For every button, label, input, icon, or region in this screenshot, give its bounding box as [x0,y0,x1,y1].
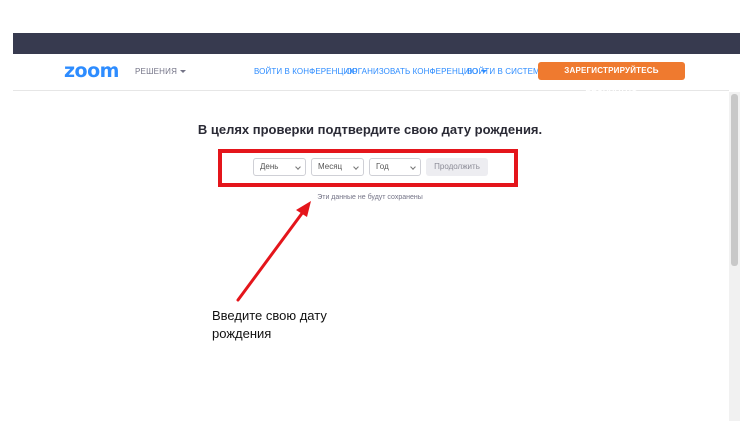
annotation-text: Введите свою дату рождения [212,307,362,343]
solutions-label: РЕШЕНИЯ [135,67,178,76]
annotation-line-2: рождения [212,326,272,341]
year-select[interactable]: Год [369,158,421,176]
month-select-value: Месяц [318,162,343,171]
scrollbar-thumb[interactable] [731,94,738,266]
privacy-note: Эти данные не будут сохранены [317,194,423,201]
annotation-line-1: Введите свою дату [212,308,327,323]
solutions-menu[interactable]: РЕШЕНИЯ [135,67,187,76]
day-select-value: День [260,162,279,171]
sign-in-link[interactable]: ВОЙТИ В СИСТЕМУ [467,67,545,76]
host-meeting-label: ОРГАНИЗОВАТЬ КОНФЕРЕНЦИЮ [346,67,478,76]
page-title: В целях проверки подтвердите свою дату р… [197,122,543,137]
caret-down-icon [180,70,187,74]
browser-top-bar [13,33,740,54]
host-meeting-menu[interactable]: ОРГАНИЗОВАТЬ КОНФЕРЕНЦИЮ [346,67,487,76]
month-select[interactable]: Месяц [311,158,364,176]
day-select[interactable]: День [253,158,306,176]
zoom-logo[interactable]: zoom [64,60,119,82]
year-select-value: Год [376,162,389,171]
sign-up-free-button[interactable]: ЗАРЕГИСТРИРУЙТЕСЬ БЕСПЛАТНО [538,62,685,93]
chevron-down-icon [353,164,359,170]
page-frame [13,54,740,421]
join-meeting-link[interactable]: ВОЙТИ В КОНФЕРЕНЦИЮ [254,67,358,76]
chevron-down-icon [410,164,416,170]
chevron-down-icon [295,164,301,170]
continue-button[interactable]: Продолжить [426,158,488,176]
